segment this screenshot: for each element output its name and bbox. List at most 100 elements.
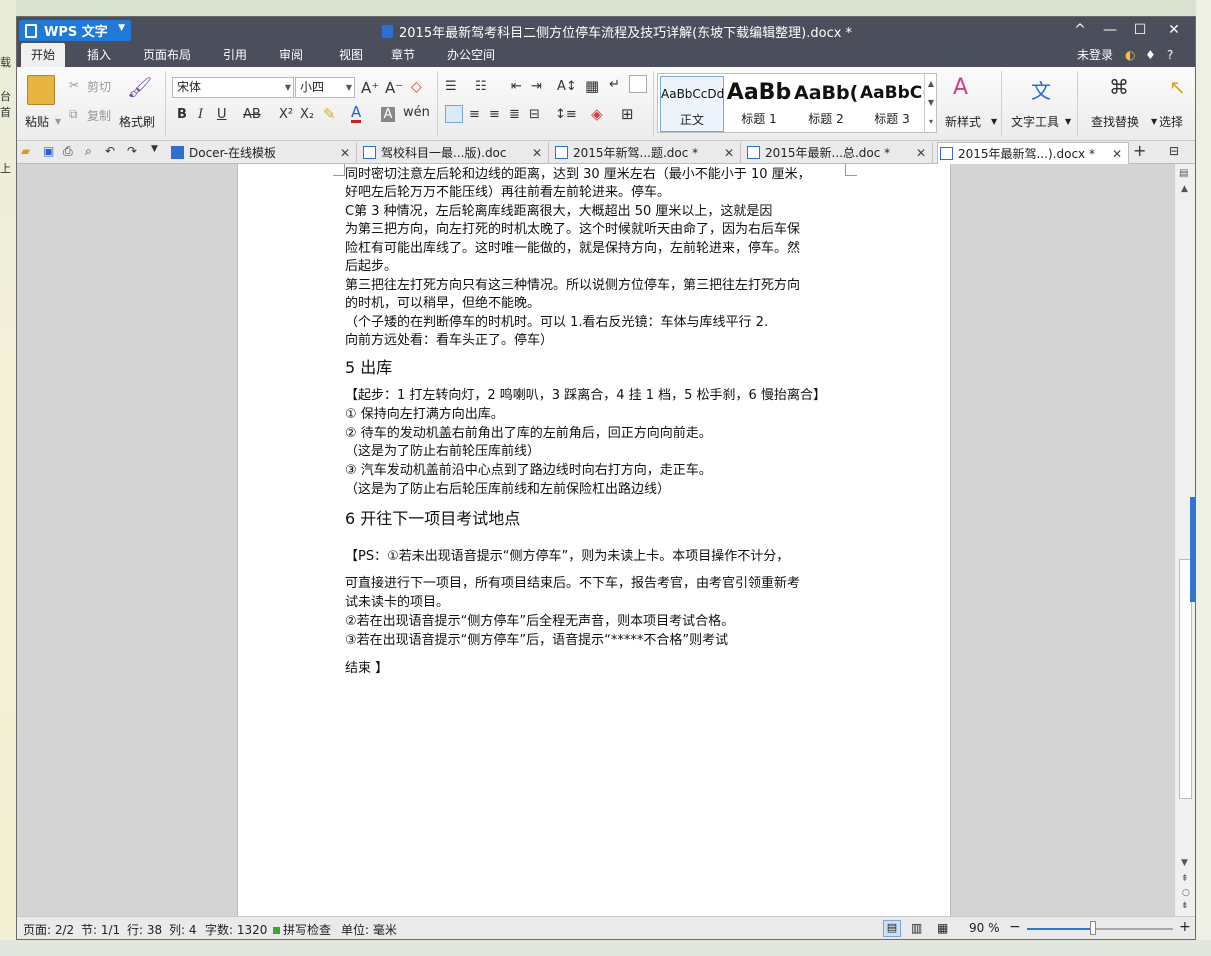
text-tools-icon[interactable]: 文 [1031, 75, 1051, 104]
tab-section[interactable]: 章节 [391, 43, 415, 67]
tab-office-space[interactable]: 办公空间 [447, 43, 495, 67]
tab-insert[interactable]: 插入 [87, 43, 111, 67]
web-view-icon[interactable]: ▦ [937, 921, 948, 935]
close-icon[interactable]: ✕ [532, 142, 542, 164]
strikethrough-button[interactable]: AB [243, 107, 261, 122]
bold-button[interactable]: B [177, 107, 187, 122]
shrink-font-icon[interactable]: A⁻ [385, 79, 403, 97]
word-count[interactable]: 字数: 1320 [205, 921, 267, 938]
maximize-button[interactable]: ☐ [1125, 19, 1155, 41]
highlight-icon[interactable]: ✎ [323, 105, 336, 123]
bullet-list-icon[interactable]: ☰ [445, 79, 457, 94]
zoom-out-button[interactable]: − [1009, 919, 1021, 935]
tab-document[interactable]: 2015年新驾...题.doc * ✕ [553, 142, 741, 164]
scroll-down-icon[interactable]: ▼ [1181, 858, 1188, 868]
text-direction-icon[interactable]: A↕ [557, 79, 577, 94]
unit-indicator[interactable]: 单位: 毫米 [341, 921, 397, 938]
login-status[interactable]: 未登录 [1077, 43, 1113, 67]
prev-page-icon[interactable]: ⇞ [1181, 874, 1189, 884]
select-button[interactable]: 选择 [1159, 113, 1183, 130]
paste-dropdown-icon[interactable]: ▼ [55, 117, 61, 126]
select-cursor-icon[interactable]: ↖ [1169, 75, 1186, 99]
style-heading-1[interactable]: AaBb 标题 1 [726, 76, 792, 132]
paragraph-mark-icon[interactable]: ↵ [609, 77, 620, 92]
clear-format-icon[interactable]: ◇ [411, 79, 422, 95]
zoom-in-button[interactable]: + [1179, 919, 1191, 935]
text-tools-button[interactable]: 文字工具 [1011, 113, 1059, 130]
save-icon[interactable]: ▣ [43, 144, 54, 158]
tab-document[interactable]: 驾校科目一最...版).doc ✕ [361, 142, 549, 164]
close-icon[interactable]: ✕ [724, 142, 734, 164]
grow-font-icon[interactable]: A⁺ [361, 79, 379, 97]
format-painter-icon[interactable]: 🖌 [127, 75, 152, 101]
browse-object-icon[interactable]: ○ [1182, 888, 1190, 898]
new-style-icon[interactable]: A [953, 75, 968, 100]
show-hide-icon[interactable] [629, 75, 647, 93]
cut-button[interactable]: 剪切 [87, 78, 111, 95]
shirt-icon[interactable]: ♦ [1145, 43, 1156, 67]
collapse-ribbon-button[interactable]: ^ [1065, 19, 1095, 41]
wps-app-menu-button[interactable]: WPS 文字 ▼ [19, 20, 131, 41]
shading-icon[interactable]: ◈ [591, 105, 603, 123]
font-size-select[interactable]: 小四 ▼ [295, 77, 355, 98]
undo-icon[interactable]: ↶ [105, 144, 115, 158]
open-folder-icon[interactable]: ▰ [21, 144, 30, 158]
tab-list-icon[interactable]: ⊟ [1169, 144, 1179, 158]
align-right-icon[interactable]: ≡ [489, 107, 500, 122]
close-icon[interactable]: ✕ [340, 142, 350, 164]
outline-view-icon[interactable]: ▥ [911, 921, 922, 935]
paste-icon[interactable] [27, 75, 55, 105]
underline-button[interactable]: U [217, 107, 227, 122]
document-page[interactable]: 同时密切注意左后轮和边线的距离，达到 30 厘米左右（最小不能小于 10 厘米，… [237, 164, 951, 916]
increase-indent-icon[interactable]: ⇥ [531, 79, 542, 94]
paste-button[interactable]: 粘贴 [25, 113, 49, 130]
tab-view[interactable]: 视图 [339, 43, 363, 67]
copy-button[interactable]: 复制 [87, 107, 111, 124]
minimize-button[interactable]: — [1095, 19, 1125, 41]
scroll-up-icon[interactable]: ▲ [1181, 184, 1188, 194]
tab-docer-templates[interactable]: Docer-在线模板 ✕ [169, 142, 357, 164]
style-heading-2[interactable]: AaBb( 标题 2 [794, 76, 858, 132]
phonetic-guide-icon[interactable]: wén [403, 105, 430, 120]
new-tab-icon[interactable]: + [1133, 141, 1146, 160]
next-page-icon[interactable]: ⇟ [1181, 901, 1189, 911]
print-preview-icon[interactable]: ⌕ [85, 144, 92, 159]
line-spacing-icon[interactable]: ↕≡ [555, 107, 577, 122]
decrease-indent-icon[interactable]: ⇤ [511, 79, 522, 94]
scroll-options-icon[interactable]: ▤ [1179, 168, 1188, 179]
quick-access-dropdown-icon[interactable]: ▼ [151, 144, 158, 154]
redo-icon[interactable]: ↷ [127, 144, 137, 158]
help-button[interactable]: ? [1167, 43, 1173, 67]
close-icon[interactable]: ✕ [1112, 143, 1122, 165]
subscript-button[interactable]: X₂ [300, 107, 314, 122]
page-view-icon[interactable]: ▤ [883, 920, 901, 937]
align-left-button[interactable] [445, 105, 463, 123]
superscript-button[interactable]: X² [279, 107, 293, 122]
justify-icon[interactable]: ≣ [509, 107, 520, 122]
tab-document[interactable]: 2015年最新...总.doc * ✕ [745, 142, 933, 164]
spell-check-toggle[interactable]: 拼写检查 [273, 921, 331, 938]
page-indicator[interactable]: 页面: 2/2 [23, 921, 74, 938]
tab-document-active[interactable]: 2015年最新驾...).docx * ✕ [937, 142, 1129, 164]
zoom-slider[interactable] [1027, 928, 1173, 930]
print-icon[interactable]: ⎙ [63, 144, 73, 159]
find-replace-button[interactable]: 查找替换 [1091, 113, 1139, 130]
style-heading-3[interactable]: AaBbC( 标题 3 [860, 76, 924, 132]
borders-icon[interactable]: ⊞ [621, 105, 634, 123]
binoculars-icon[interactable]: ⌘ [1109, 75, 1129, 99]
numbered-list-icon[interactable]: ☷ [475, 79, 487, 94]
close-icon[interactable]: ✕ [916, 142, 926, 164]
distributed-icon[interactable]: ⊟ [529, 107, 540, 122]
side-panel-handle[interactable] [1190, 497, 1195, 602]
tab-home[interactable]: 开始 [21, 43, 66, 67]
zoom-level[interactable]: 90 % [969, 921, 1000, 935]
char-shading-icon[interactable]: A [381, 107, 395, 122]
tab-page-layout[interactable]: 页面布局 [143, 43, 191, 67]
align-center-icon[interactable]: ≡ [469, 107, 480, 122]
tab-references[interactable]: 引用 [223, 43, 247, 67]
close-button[interactable]: ✕ [1159, 19, 1189, 41]
tab-review[interactable]: 审阅 [279, 43, 303, 67]
format-painter-button[interactable]: 格式刷 [119, 113, 155, 130]
font-color-icon[interactable]: A [351, 105, 362, 123]
style-normal[interactable]: AaBbCcDd 正文 [660, 76, 724, 132]
